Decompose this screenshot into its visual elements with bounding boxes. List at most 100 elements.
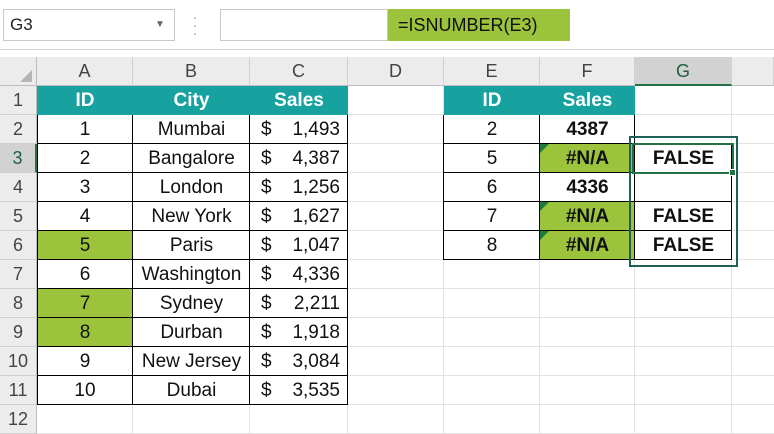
column-header-b[interactable]: B xyxy=(133,57,250,86)
table1-id-cell: 8 xyxy=(37,318,133,347)
row-header-3[interactable]: 3 xyxy=(0,144,37,173)
row-header-9[interactable]: 9 xyxy=(0,318,37,347)
table-border xyxy=(37,404,348,405)
row-header-8[interactable]: 8 xyxy=(0,289,37,318)
table1-city-cell: Bangalore xyxy=(148,148,235,169)
fill-handle[interactable] xyxy=(729,169,736,176)
table1-sales-cell: $1,493 xyxy=(250,115,348,144)
row-header-11[interactable]: 11 xyxy=(0,376,37,405)
column-header-f[interactable]: F xyxy=(540,57,635,86)
table-border xyxy=(443,143,635,144)
table-border xyxy=(249,115,250,405)
sales-amount: 3,084 xyxy=(292,351,340,372)
sales-amount: 1,047 xyxy=(292,235,340,256)
column-header-g[interactable]: G xyxy=(635,57,732,86)
table2-sales-cell: #N/A xyxy=(540,231,635,260)
row-header-2[interactable]: 2 xyxy=(0,115,37,144)
sales-amount: 4,387 xyxy=(292,148,340,169)
table1-sales-cell: $4,336 xyxy=(250,260,348,289)
table2-sales-cell: #N/A xyxy=(540,144,635,173)
table1-sales-cell: $2,211 xyxy=(250,289,348,318)
table2-sales-cell: #N/A xyxy=(540,202,635,231)
table1-sales-cell: $1,918 xyxy=(250,318,348,347)
table-border xyxy=(37,201,348,202)
chevron-down-icon[interactable]: ▼ xyxy=(150,17,170,33)
column-header-e[interactable]: E xyxy=(444,57,540,86)
table1-city-cell: Paris xyxy=(169,235,214,256)
row-header-4[interactable]: 4 xyxy=(0,173,37,202)
row-header-5[interactable]: 5 xyxy=(0,202,37,231)
table1-city-cell: Dubai xyxy=(166,380,217,401)
currency-symbol: $ xyxy=(261,235,272,256)
table1-id-cell: 10 xyxy=(74,380,96,401)
table2-header-id: ID xyxy=(444,86,540,115)
table-border xyxy=(347,115,348,405)
table1-sales-cell: $1,047 xyxy=(250,231,348,260)
table-border xyxy=(443,201,635,202)
row-header-12[interactable]: 12 xyxy=(0,405,37,434)
table2-id-cell: 2 xyxy=(486,119,498,140)
active-cell-outline[interactable] xyxy=(632,143,734,174)
table-border xyxy=(37,288,348,289)
sales-amount: 1,256 xyxy=(292,177,340,198)
table1-city-cell: New York xyxy=(151,206,232,227)
table-border xyxy=(443,259,635,260)
formula-bar-frame xyxy=(220,9,388,41)
sales-amount: 1,918 xyxy=(292,322,340,343)
row-header-6[interactable]: 6 xyxy=(0,231,37,260)
table1-header-city: City xyxy=(133,86,250,115)
table1-sales-cell: $3,084 xyxy=(250,347,348,376)
table1-id-cell: 5 xyxy=(37,231,133,260)
more-icon: · · · xyxy=(192,9,198,41)
currency-symbol: $ xyxy=(261,322,272,343)
sales-amount: 4,336 xyxy=(292,264,340,285)
column-header-a[interactable]: A xyxy=(37,57,133,86)
table-border xyxy=(132,115,133,405)
column-header-blank xyxy=(732,57,774,86)
table1-city-cell: Durban xyxy=(160,322,223,343)
table1-sales-cell: $4,387 xyxy=(250,144,348,173)
table2-sales-cell: 4336 xyxy=(566,177,609,198)
table1-sales-cell: $1,627 xyxy=(250,202,348,231)
table1-id-cell: 6 xyxy=(79,264,91,285)
currency-symbol: $ xyxy=(261,206,272,227)
error-indicator-icon[interactable] xyxy=(540,231,549,240)
table-border xyxy=(539,115,540,260)
table1-city-cell: Sydney xyxy=(159,293,224,314)
currency-symbol: $ xyxy=(261,148,272,169)
currency-symbol: $ xyxy=(261,351,272,372)
table1-id-cell: 4 xyxy=(79,206,91,227)
row-header-7[interactable]: 7 xyxy=(0,260,37,289)
table2-id-cell: 7 xyxy=(486,206,498,227)
select-all-icon[interactable] xyxy=(20,70,32,82)
currency-symbol: $ xyxy=(261,264,272,285)
table-border xyxy=(443,230,635,231)
table2-id-cell: 6 xyxy=(486,177,498,198)
currency-symbol: $ xyxy=(261,380,272,401)
table1-id-cell: 7 xyxy=(37,289,133,318)
table-border xyxy=(37,115,38,405)
sales-amount: 3,535 xyxy=(292,380,340,401)
table-border xyxy=(37,317,348,318)
table-border xyxy=(443,172,635,173)
row-header-10[interactable]: 10 xyxy=(0,347,37,376)
column-header-d[interactable]: D xyxy=(348,57,444,86)
table1-city-cell: London xyxy=(159,177,224,198)
table1-id-cell: 2 xyxy=(79,148,91,169)
column-header-c[interactable]: C xyxy=(250,57,348,86)
table1-sales-cell: $1,256 xyxy=(250,173,348,202)
table-border xyxy=(37,172,348,173)
formula-input[interactable]: =ISNUMBER(E3) xyxy=(388,9,570,41)
sales-amount: 1,493 xyxy=(292,119,340,140)
row-header-1[interactable]: 1 xyxy=(0,86,37,115)
currency-symbol: $ xyxy=(261,119,272,140)
table1-id-cell: 1 xyxy=(79,119,91,140)
table2-id-cell: 8 xyxy=(486,235,498,256)
table2-sales-cell: 4387 xyxy=(566,119,609,140)
table1-sales-cell: $3,535 xyxy=(250,376,348,405)
table1-id-cell: 9 xyxy=(79,351,91,372)
error-indicator-icon[interactable] xyxy=(540,202,549,211)
error-indicator-icon[interactable] xyxy=(540,144,549,153)
table-border xyxy=(37,230,348,231)
table-border xyxy=(37,375,348,376)
